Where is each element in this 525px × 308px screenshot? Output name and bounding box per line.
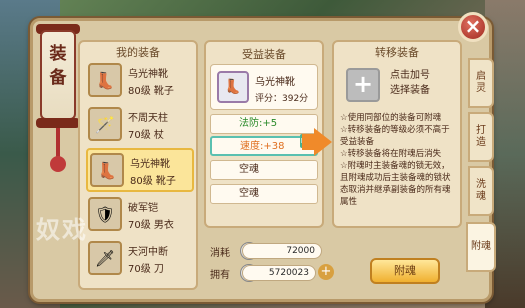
lantern-base: [36, 118, 80, 128]
equipment-name: 天河中断: [128, 247, 168, 258]
soul-slot[interactable]: 法防:+5: [210, 114, 318, 134]
equipment-type: 男衣: [153, 220, 174, 231]
blade-icon: 🗡: [88, 241, 122, 275]
equipment-row[interactable]: 👢 乌光神靴 80级 靴子: [86, 60, 194, 104]
boots-icon: 👢: [90, 153, 124, 187]
equipment-type: 靴子: [153, 86, 174, 97]
rule-1: ☆使用同部位的装备可附魂: [340, 113, 442, 123]
equipment-level: 80级: [128, 86, 151, 97]
equipment-type: 杖: [153, 130, 164, 141]
add-equipment-area[interactable]: + 点击加号 选择装备: [346, 66, 450, 106]
soul-slot-text: 法防:+5: [239, 118, 278, 129]
equipment-type: 靴子: [155, 176, 176, 187]
tab-xihun[interactable]: 洗魂: [468, 166, 494, 216]
soul-slot-text: 空魂: [239, 164, 259, 175]
add-label-line1: 点击加号: [390, 70, 430, 81]
attach-soul-button[interactable]: 附魂: [370, 258, 440, 284]
rule-3: ☆转移装备将在附魂后消失: [340, 149, 442, 159]
soul-slot-text: 空魂: [239, 188, 259, 199]
equipment-row[interactable]: 🛡 破军铠 70级 男衣: [86, 194, 194, 238]
arrow-left-icon: [314, 128, 332, 156]
equipment-meta: 70级 刀: [128, 260, 164, 275]
boots-icon: 👢: [217, 71, 249, 103]
equipment-meta: 70级 男衣: [128, 216, 174, 231]
soul-slot-text: 速度:+38: [240, 141, 285, 152]
add-currency-button[interactable]: +: [318, 264, 334, 280]
tab-dazao[interactable]: 打造: [468, 112, 494, 162]
beneficiary-name: 乌光神靴: [255, 77, 295, 88]
rule-2: ☆转移装备的等级必须不高于受益装备: [340, 125, 450, 147]
equipment-name: 乌光神靴: [130, 159, 170, 170]
my-equipment-title: 我的装备: [116, 46, 160, 59]
add-label-line2: 选择装备: [390, 85, 430, 96]
equipment-meta: 70级 杖: [128, 126, 164, 141]
own-value: 5720023: [242, 265, 316, 281]
soul-slot[interactable]: 空魂: [210, 160, 318, 180]
equipment-level: 70级: [128, 220, 151, 231]
staff-icon: 🪄: [88, 107, 122, 141]
lantern-label: 装备: [49, 44, 67, 88]
equipment-level: 70级: [128, 264, 151, 275]
consume-value: 72000: [242, 243, 322, 259]
watermark: 奴戏: [36, 216, 88, 244]
beneficiary-title: 受益装备: [242, 48, 286, 61]
tab-qiling[interactable]: 启灵: [468, 58, 494, 108]
plus-icon[interactable]: +: [346, 68, 380, 102]
equipment-name: 不周天柱: [128, 113, 168, 124]
close-button[interactable]: ×: [458, 12, 488, 42]
soul-slot[interactable]: 空魂: [210, 184, 318, 204]
beneficiary-card[interactable]: 👢 乌光神靴 评分：392分: [210, 64, 318, 110]
rule-4: ☆附魂时主装备魂的锁无效，且附魂成功后主装备魂的锁状态取消并继承副装备的所有魂属…: [340, 161, 451, 207]
equipment-meta: 80级 靴子: [130, 172, 176, 187]
beneficiary-score: 评分：392分: [255, 94, 309, 104]
transfer-title: 转移装备: [375, 46, 419, 59]
transfer-panel: 转移装备 + 点击加号 选择装备 ☆使用同部位的装备可附魂 ☆转移装备的等级必须…: [332, 40, 462, 228]
equipment-type: 刀: [153, 264, 164, 275]
equipment-name: 乌光神靴: [128, 69, 168, 80]
equipment-level: 80级: [130, 176, 153, 187]
equipment-name: 破军铠: [128, 203, 158, 214]
add-equipment-label: 点击加号 选择装备: [390, 68, 430, 98]
close-icon: ×: [464, 14, 482, 38]
equipment-meta: 80级 靴子: [128, 82, 174, 97]
equipment-row[interactable]: 👢 乌光神靴 80级 靴子: [86, 148, 194, 192]
tab-fuhun[interactable]: 附魂: [466, 222, 496, 272]
equipment-level: 70级: [128, 130, 151, 141]
equipment-row[interactable]: 🪄 不周天柱 70级 杖: [86, 104, 194, 148]
tassel-ball: [50, 156, 66, 172]
boots-icon: 👢: [88, 63, 122, 97]
transfer-rules: ☆使用同部位的装备可附魂 ☆转移装备的等级必须不高于受益装备 ☆转移装备将在附魂…: [340, 112, 458, 208]
armor-icon: 🛡: [88, 197, 122, 231]
consume-label: 消耗: [210, 248, 230, 259]
my-equipment-panel: 我的装备 👢 乌光神靴 80级 靴子 🪄 不周天柱 70级 杖 👢 乌光神靴 80级 靴子 🛡 破军…: [78, 40, 198, 290]
tassel: [56, 128, 60, 158]
equipment-row[interactable]: 🗡 天河中断 70级 刀: [86, 238, 194, 282]
own-label: 拥有: [210, 270, 230, 281]
